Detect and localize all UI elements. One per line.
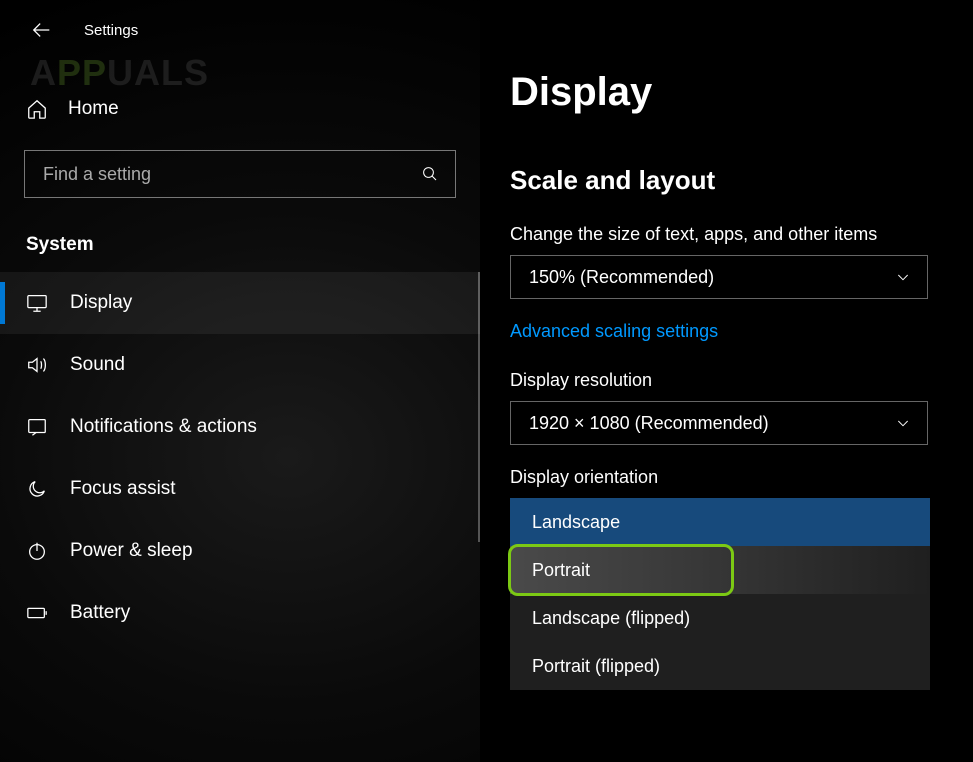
notifications-icon xyxy=(26,416,48,438)
nav-item-display[interactable]: Display xyxy=(0,272,480,334)
orientation-option-landscape[interactable]: Landscape xyxy=(510,498,930,546)
nav-item-battery[interactable]: Battery xyxy=(0,582,480,644)
monitor-icon xyxy=(26,292,48,314)
nav-item-label: Sound xyxy=(70,354,125,376)
orientation-option-landscape-flipped[interactable]: Landscape (flipped) xyxy=(510,594,930,642)
nav-item-label: Focus assist xyxy=(70,478,176,500)
sound-icon xyxy=(26,354,48,376)
titlebar: Settings xyxy=(0,0,480,52)
search-input[interactable] xyxy=(41,163,345,186)
settings-sidebar: Settings APPUALS Home System Displ xyxy=(0,0,480,762)
option-label: Landscape xyxy=(532,512,620,533)
option-label: Landscape (flipped) xyxy=(532,608,690,629)
home-icon xyxy=(26,98,48,120)
home-nav[interactable]: Home xyxy=(0,88,480,130)
category-header: System xyxy=(0,224,480,272)
orientation-dropdown[interactable]: Landscape Portrait Landscape (flipped) P… xyxy=(510,498,930,690)
chevron-down-icon xyxy=(895,415,911,431)
content-pane: Display Scale and layout Change the size… xyxy=(480,0,973,762)
search-icon xyxy=(421,165,439,183)
chevron-down-icon xyxy=(895,269,911,285)
nav-item-power-sleep[interactable]: Power & sleep xyxy=(0,520,480,582)
nav-item-label: Battery xyxy=(70,602,130,624)
arrow-left-icon xyxy=(31,19,53,41)
orientation-label: Display orientation xyxy=(510,467,951,488)
home-label: Home xyxy=(68,98,119,120)
nav-item-label: Display xyxy=(70,292,132,314)
nav-list: Display Sound Notifications & actions Fo… xyxy=(0,272,480,644)
resolution-value: 1920 × 1080 (Recommended) xyxy=(529,413,769,434)
nav-item-sound[interactable]: Sound xyxy=(0,334,480,396)
scale-value: 150% (Recommended) xyxy=(529,267,714,288)
nav-item-focus-assist[interactable]: Focus assist xyxy=(0,458,480,520)
option-label: Portrait xyxy=(532,560,590,581)
orientation-option-portrait[interactable]: Portrait xyxy=(510,546,930,594)
option-label: Portrait (flipped) xyxy=(532,656,660,677)
resolution-label: Display resolution xyxy=(510,370,951,391)
power-icon xyxy=(26,540,48,562)
moon-icon xyxy=(26,478,48,500)
nav-item-label: Notifications & actions xyxy=(70,416,257,438)
back-button[interactable] xyxy=(30,18,54,42)
section-title: Scale and layout xyxy=(510,165,951,196)
advanced-scaling-link[interactable]: Advanced scaling settings xyxy=(510,321,951,342)
scale-combobox[interactable]: 150% (Recommended) xyxy=(510,255,928,299)
page-title: Display xyxy=(510,70,951,115)
nav-item-label: Power & sleep xyxy=(70,540,193,562)
resolution-combobox[interactable]: 1920 × 1080 (Recommended) xyxy=(510,401,928,445)
orientation-option-portrait-flipped[interactable]: Portrait (flipped) xyxy=(510,642,930,690)
battery-icon xyxy=(26,602,48,624)
scale-label: Change the size of text, apps, and other… xyxy=(510,224,951,245)
window-title: Settings xyxy=(84,22,138,39)
nav-item-notifications[interactable]: Notifications & actions xyxy=(0,396,480,458)
search-box[interactable] xyxy=(24,150,456,198)
